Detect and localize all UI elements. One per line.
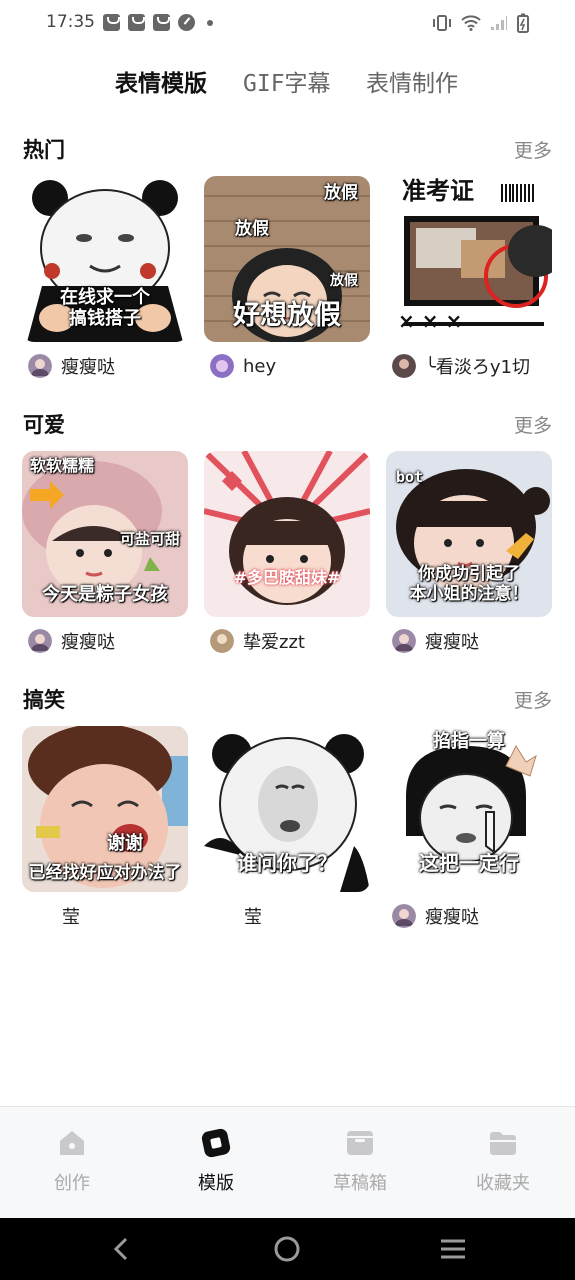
folder-icon (490, 1132, 516, 1155)
recents-menu-icon[interactable] (439, 1238, 467, 1260)
template-card[interactable]: 谁问你了？ (204, 726, 370, 892)
author-name: 挚爱zzt (243, 632, 305, 653)
author-name: 瘦瘦哒 (425, 632, 479, 653)
meme-caption: 你成功引起了 本小姐的注意！ (409, 564, 529, 604)
nav-create[interactable]: 创作 (22, 1127, 122, 1195)
avatar (28, 354, 52, 378)
house-icon (60, 1131, 84, 1155)
status-time: 17:35 (46, 12, 95, 32)
bottom-nav: 创作 模版 草稿箱 收藏夹 (0, 1106, 575, 1218)
author[interactable]: 瘦瘦哒 (28, 627, 115, 655)
meme-caption: 这把一定行 (419, 851, 519, 875)
author[interactable]: 瘦瘦哒 (392, 902, 479, 930)
author[interactable]: 挚爱zzt (210, 627, 305, 655)
nav-label: 创作 (54, 1173, 90, 1194)
tab-meme-templates[interactable]: 表情模版 (115, 64, 207, 98)
template-card[interactable]: 在线求一个 搞钱搭子 (22, 176, 188, 342)
tab-gif-subtitles[interactable]: GIF字幕 (243, 64, 331, 98)
avatar (392, 629, 416, 653)
girl-red-burst-image (204, 451, 370, 617)
meme-caption-mid: 放假 (235, 219, 269, 239)
meme-caption-top: 掐指一算 (433, 731, 505, 752)
system-nav-bar (0, 1218, 575, 1280)
meme-caption: 已经找好应对办法了 (28, 863, 182, 883)
meme-caption: #多巴胺甜妹# (233, 568, 341, 587)
system-icons (432, 13, 529, 33)
home-icon[interactable] (274, 1236, 300, 1262)
more-link[interactable]: 更多 (514, 136, 552, 163)
nav-favorites[interactable]: 收藏夹 (453, 1127, 553, 1195)
meme-caption-mid: 谢谢 (107, 833, 143, 854)
author-name: 莹 (62, 907, 80, 928)
meme-caption-mid: 可盐可甜 (119, 530, 180, 548)
avatar (392, 904, 416, 928)
avatar (210, 354, 234, 378)
meme-caption-side: 放假 (330, 273, 358, 289)
vibrate-icon (433, 15, 451, 31)
nav-label: 草稿箱 (333, 1173, 387, 1194)
nav-templates[interactable]: 模版 (166, 1127, 266, 1195)
meme-caption-top: 软软糯糯 (30, 456, 95, 475)
author[interactable]: 瘦瘦哒 (392, 627, 479, 655)
meme-caption: 谁问你了？ (237, 851, 337, 875)
template-card[interactable]: #多巴胺甜妹# (204, 451, 370, 617)
author-name: 莹 (244, 907, 262, 928)
author[interactable]: hey (210, 352, 276, 380)
author[interactable]: 莹 (244, 902, 262, 930)
meme-caption-top: 放假 (324, 183, 358, 203)
top-tabs: 表情模版 GIF字幕 表情制作 (0, 64, 575, 104)
meme-caption: 好想放假 (233, 300, 341, 331)
author-name: 瘦瘦哒 (61, 357, 115, 378)
nav-drafts[interactable]: 草稿箱 (310, 1127, 410, 1195)
shopping-bag-icon (128, 14, 145, 31)
section-title: 可爱 (23, 413, 65, 437)
meme-caption: 在线求一个 搞钱搭子 (60, 287, 150, 329)
status-bar: 17:35 (0, 0, 575, 48)
compass-icon (178, 14, 195, 31)
more-link[interactable]: 更多 (514, 686, 552, 713)
author-name: hey (243, 355, 277, 377)
author[interactable]: 瘦瘦哒 (28, 352, 115, 380)
signal-icon (491, 16, 507, 30)
author-name: ╰看淡ろy1切 (425, 357, 530, 378)
shopping-bag-icon (103, 14, 120, 31)
template-card[interactable]: 谢谢 已经找好应对办法了 (22, 726, 188, 892)
battery-charging-icon (517, 13, 529, 33)
meme-caption-top: bot (396, 468, 424, 486)
meme-caption: × × × (398, 309, 463, 333)
author[interactable]: ╰看淡ろy1切 (392, 352, 530, 380)
nav-label: 收藏夹 (476, 1173, 530, 1194)
author-name: 瘦瘦哒 (61, 632, 115, 653)
nav-label: 模版 (198, 1173, 234, 1194)
avatar (210, 629, 234, 653)
shopping-bag-icon (153, 14, 170, 31)
template-card[interactable]: bot 你成功引起了 本小姐的注意！ (386, 451, 552, 617)
back-icon[interactable] (111, 1237, 131, 1261)
tab-meme-maker[interactable]: 表情制作 (366, 64, 458, 98)
wifi-icon (461, 15, 481, 31)
more-link[interactable]: 更多 (514, 411, 552, 438)
avatar (28, 629, 52, 653)
template-icon (201, 1128, 231, 1158)
author[interactable]: 莹 (62, 902, 80, 930)
drafts-box-icon (347, 1131, 373, 1155)
more-notifications-icon (207, 19, 213, 26)
notification-icons (103, 14, 213, 31)
section-title: 搞笑 (23, 688, 65, 712)
section-title: 热门 (23, 138, 65, 162)
template-card[interactable]: 准考证 × × × (386, 176, 552, 342)
template-card[interactable]: 掐指一算 这把一定行 (386, 726, 552, 892)
avatar (392, 354, 416, 378)
author-name: 瘦瘦哒 (425, 907, 479, 928)
template-card[interactable]: 软软糯糯 可盐可甜 今天是粽子女孩 (22, 451, 188, 617)
meme-caption: 今天是粽子女孩 (42, 584, 168, 605)
template-card[interactable]: 放假 放假 放假 好想放假 (204, 176, 370, 342)
meme-caption-top: 准考证 (402, 177, 474, 205)
